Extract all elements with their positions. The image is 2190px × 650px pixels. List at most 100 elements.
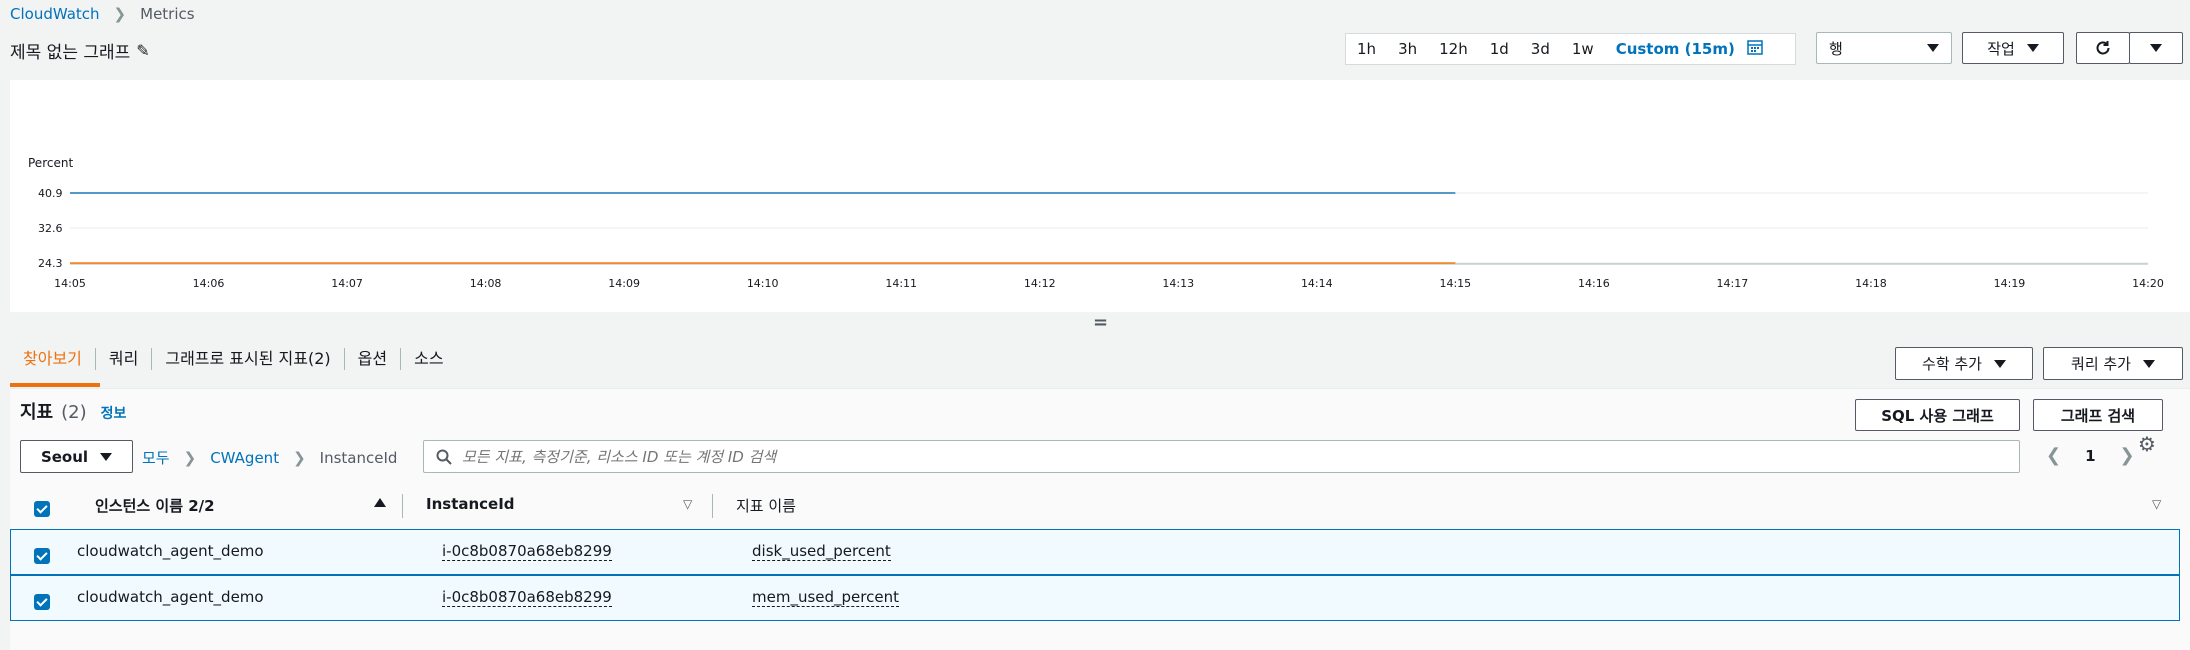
graph-title-area: 제목 없는 그래프 ✎ xyxy=(10,38,150,63)
time-range-selector: 1h 3h 12h 1d 3d 1w Custom (15m) xyxy=(1345,33,1796,65)
search-box xyxy=(423,440,2020,473)
sort-ascending-icon[interactable] xyxy=(374,498,386,507)
x-tick-label: 14:16 xyxy=(1578,277,1610,290)
row-instance-name: cloudwatch_agent_demo xyxy=(77,588,264,606)
region-select[interactable]: Seoul xyxy=(20,440,133,473)
x-tick-label: 14:11 xyxy=(885,277,917,290)
y-tick-label: 24.3 xyxy=(38,257,63,270)
graph-title: 제목 없는 그래프 xyxy=(10,43,131,63)
x-tick-label: 14:17 xyxy=(1717,277,1749,290)
x-tick-label: 14:15 xyxy=(1439,277,1471,290)
region-label: Seoul xyxy=(40,447,89,466)
range-1w[interactable]: 1w xyxy=(1561,40,1605,58)
path-all-link[interactable]: 모두 xyxy=(142,447,170,468)
x-tick-label: 14:14 xyxy=(1301,277,1333,290)
metrics-title: 지표 xyxy=(20,402,54,423)
resize-handle[interactable]: = xyxy=(1093,312,1108,333)
tab-graphed-metrics[interactable]: 그래프로 표시된 지표(2) xyxy=(152,348,345,370)
x-tick-label: 14:09 xyxy=(608,277,640,290)
range-3d[interactable]: 3d xyxy=(1520,40,1561,58)
sort-icon[interactable]: ▽ xyxy=(2152,497,2161,511)
caret-down-icon xyxy=(2142,359,2155,368)
x-tick-label: 14:07 xyxy=(331,277,363,290)
metrics-heading: 지표 (2) 정보 xyxy=(20,398,126,424)
column-divider xyxy=(402,494,403,518)
x-tick-label: 14:18 xyxy=(1855,277,1887,290)
row-metric-name[interactable]: disk_used_percent xyxy=(752,542,891,561)
row-instance-id[interactable]: i-0c8b0870a68eb8299 xyxy=(442,588,612,607)
search-input[interactable] xyxy=(462,447,1992,466)
metric-path: 모두 ❯ CWAgent ❯ InstanceId xyxy=(142,447,397,468)
chart-panel: Percent 40.9 32.6 24.3 14:05 14:06 14:07 14:0… xyxy=(10,80,2190,312)
breadcrumb: CloudWatch ❯ Metrics xyxy=(10,5,195,23)
pencil-icon[interactable]: ✎ xyxy=(136,41,149,60)
sql-graph-button[interactable]: SQL 사용 그래프 xyxy=(1855,399,2020,431)
pagination: ❮ 1 ❯ xyxy=(2046,445,2135,466)
header-metric-name[interactable]: 지표 이름 xyxy=(736,495,796,516)
previous-page-icon[interactable]: ❮ xyxy=(2046,445,2061,466)
x-tick-label: 14:08 xyxy=(470,277,502,290)
y-axis-label: Percent xyxy=(28,156,73,170)
caret-down-icon xyxy=(1993,359,2006,368)
x-tick-label: 14:20 xyxy=(2132,277,2164,290)
breadcrumb-cloudwatch-link[interactable]: CloudWatch xyxy=(10,5,100,23)
view-type-value: 행 xyxy=(1829,39,1843,58)
x-tick-label: 14:12 xyxy=(1024,277,1056,290)
add-query-button[interactable]: 쿼리 추가 xyxy=(2043,347,2183,380)
caret-down-icon xyxy=(2150,44,2162,52)
page-number[interactable]: 1 xyxy=(2085,447,2095,465)
table-row[interactable]: cloudwatch_agent_demo i-0c8b0870a68eb829… xyxy=(10,575,2180,621)
row-instance-id[interactable]: i-0c8b0870a68eb8299 xyxy=(442,542,612,561)
y-tick-label: 40.9 xyxy=(38,187,63,200)
add-math-label: 수학 추가 xyxy=(1922,355,1982,373)
next-page-icon[interactable]: ❯ xyxy=(2120,445,2135,466)
sort-icon[interactable]: ▽ xyxy=(683,497,692,511)
x-tick-label: 14:05 xyxy=(54,277,86,290)
chevron-right-icon: ❯ xyxy=(113,5,127,23)
row-checkbox[interactable] xyxy=(34,544,50,564)
range-3h[interactable]: 3h xyxy=(1387,40,1428,58)
y-tick-label: 32.6 xyxy=(38,222,63,235)
x-tick-label: 14:06 xyxy=(193,277,225,290)
active-tab-indicator xyxy=(10,383,100,387)
tab-browse[interactable]: 찾아보기 xyxy=(10,348,96,370)
row-metric-name[interactable]: mem_used_percent xyxy=(752,588,899,607)
range-12h[interactable]: 12h xyxy=(1428,40,1479,58)
sql-graph-label: SQL 사용 그래프 xyxy=(1881,406,1994,425)
header-instance-id[interactable]: InstanceId xyxy=(426,495,515,513)
chevron-right-icon: ❯ xyxy=(183,448,197,467)
actions-button[interactable]: 작업 xyxy=(1962,32,2064,64)
table-row[interactable]: cloudwatch_agent_demo i-0c8b0870a68eb829… xyxy=(10,529,2180,575)
tab-options[interactable]: 옵션 xyxy=(345,348,402,370)
range-1d[interactable]: 1d xyxy=(1479,40,1520,58)
view-type-select[interactable]: 행 xyxy=(1816,32,1952,64)
x-tick-label: 14:19 xyxy=(1994,277,2026,290)
tab-source[interactable]: 소스 xyxy=(401,348,456,370)
row-instance-name: cloudwatch_agent_demo xyxy=(77,542,264,560)
path-cwagent-link[interactable]: CWAgent xyxy=(210,449,279,467)
caret-down-icon xyxy=(100,452,113,461)
refresh-button[interactable] xyxy=(2076,32,2130,64)
actions-label: 작업 xyxy=(1987,39,2015,58)
header-instance-name[interactable]: 인스턴스 이름 2/2 xyxy=(95,495,215,516)
select-all-checkbox[interactable] xyxy=(34,497,50,517)
tab-query[interactable]: 쿼리 xyxy=(96,348,153,370)
settings-gear-icon[interactable]: ⚙ xyxy=(2138,432,2156,456)
add-math-button[interactable]: 수학 추가 xyxy=(1895,347,2033,380)
column-divider xyxy=(712,494,713,518)
search-icon xyxy=(436,449,452,465)
refresh-icon xyxy=(2096,41,2110,55)
x-tick-label: 14:10 xyxy=(747,277,779,290)
caret-down-icon xyxy=(1927,44,1939,52)
refresh-options-button[interactable] xyxy=(2129,32,2183,64)
add-query-label: 쿼리 추가 xyxy=(2071,355,2131,373)
row-checkbox[interactable] xyxy=(34,590,50,610)
range-custom[interactable]: Custom (15m) xyxy=(1605,40,1741,58)
path-instanceid: InstanceId xyxy=(319,448,398,467)
calendar-icon[interactable] xyxy=(1741,39,1769,59)
caret-down-icon xyxy=(2026,44,2039,52)
range-1h[interactable]: 1h xyxy=(1346,40,1387,58)
info-link[interactable]: 정보 xyxy=(101,403,127,423)
chevron-right-icon: ❯ xyxy=(293,448,306,467)
graph-search-button[interactable]: 그래프 검색 xyxy=(2033,399,2163,431)
